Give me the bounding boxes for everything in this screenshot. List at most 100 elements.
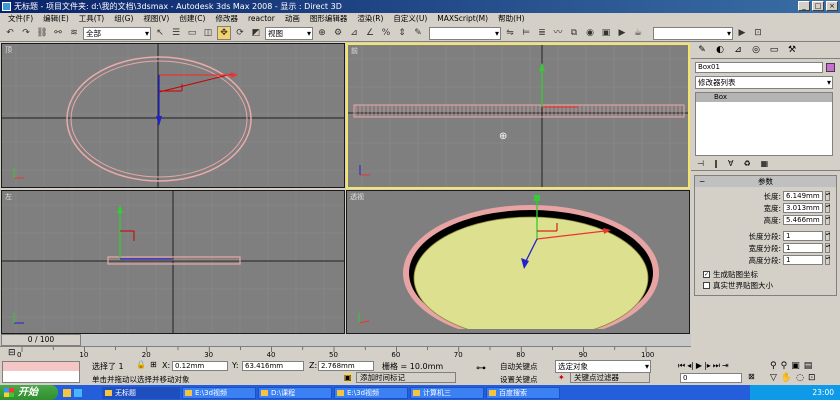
menu-group[interactable]: 组(G) xyxy=(109,13,138,25)
viewport-perspective[interactable]: 透视 xyxy=(346,190,690,334)
display-tab-icon[interactable]: ▭ xyxy=(767,45,781,55)
lock-selection-icon[interactable]: 🔒 xyxy=(136,360,146,369)
viewport-front[interactable]: 前 ⊕ xyxy=(346,43,690,189)
width-spinner[interactable]: ▴▾ xyxy=(825,203,830,213)
render-production-icon[interactable]: ▶ xyxy=(735,26,749,40)
object-color-swatch[interactable] xyxy=(826,63,835,72)
unlink-icon[interactable]: ⚯ xyxy=(51,26,65,40)
width-field[interactable]: 3.013mm xyxy=(783,203,823,213)
select-object-icon[interactable]: ↖ xyxy=(153,26,167,40)
quick-launch-icon[interactable] xyxy=(74,388,82,397)
undo-icon[interactable]: ↶ xyxy=(3,26,17,40)
zoom-all-icon[interactable]: ⚲ xyxy=(781,361,788,371)
zoom-icon[interactable]: ⚲ xyxy=(770,361,777,371)
zoom-extents-icon[interactable]: ▣ xyxy=(791,361,800,371)
pan-icon[interactable]: ✋ xyxy=(781,373,792,383)
width-segs-field[interactable]: 1 xyxy=(783,243,823,253)
modifier-list-dropdown[interactable]: 修改器列表 xyxy=(695,76,833,89)
zoom-extents-all-icon[interactable]: ▤ xyxy=(804,361,813,371)
arc-rotate-icon[interactable]: ◌ xyxy=(796,373,804,383)
show-end-result-icon[interactable]: ‖ xyxy=(714,159,718,168)
taskbar-item[interactable]: E:\3d视频 xyxy=(182,386,256,399)
render-preset-dropdown[interactable] xyxy=(653,26,733,40)
gen-map-coords-checkbox[interactable]: ✓ 生成贴图坐标 xyxy=(695,269,836,280)
redo-icon[interactable]: ↷ xyxy=(19,26,33,40)
width-segs-spinner[interactable]: ▴▾ xyxy=(825,243,830,253)
hierarchy-tab-icon[interactable]: ⊿ xyxy=(731,45,745,55)
material-editor-icon[interactable]: ◉ xyxy=(583,26,597,40)
real-world-map-checkbox[interactable]: 真实世界贴图大小 xyxy=(695,280,836,291)
time-slider[interactable]: 0 / 100 xyxy=(1,334,81,346)
modify-tab-icon[interactable]: ◐ xyxy=(713,45,727,55)
percent-snap-icon[interactable]: % xyxy=(379,26,393,40)
height-segs-field[interactable]: 1 xyxy=(783,255,823,265)
render-iterative-icon[interactable]: ⊡ xyxy=(751,26,765,40)
menu-modifiers[interactable]: 修改器 xyxy=(210,13,243,25)
length-field[interactable]: 6.149mm xyxy=(783,191,823,201)
menu-file[interactable]: 文件(F) xyxy=(3,13,38,25)
menu-graph-editors[interactable]: 图形编辑器 xyxy=(305,13,353,25)
length-segs-field[interactable]: 1 xyxy=(783,231,823,241)
taskbar-item[interactable]: D:\课程 xyxy=(258,386,332,399)
key-filters-button[interactable]: 关键点过滤器 xyxy=(570,372,650,383)
next-frame-icon[interactable]: |▸ xyxy=(704,361,711,371)
current-frame-field[interactable]: 0 xyxy=(680,373,742,383)
y-coordinate-field[interactable]: 63.416mm xyxy=(242,361,304,371)
menu-help[interactable]: 帮助(H) xyxy=(493,13,530,25)
window-crossing-icon[interactable]: ◫ xyxy=(201,26,215,40)
go-to-start-icon[interactable]: ⏮ xyxy=(678,361,685,371)
taskbar-item[interactable]: 计算机三 xyxy=(410,386,484,399)
select-and-scale-icon[interactable]: ◩ xyxy=(249,26,263,40)
make-unique-icon[interactable]: ∀ xyxy=(728,159,733,168)
remove-modifier-icon[interactable]: ♻ xyxy=(743,159,750,168)
select-by-name-icon[interactable]: ☰ xyxy=(169,26,183,40)
x-coordinate-field[interactable]: 0.12mm xyxy=(172,361,228,371)
time-tag-icon[interactable]: ▣ xyxy=(344,373,352,382)
utilities-tab-icon[interactable]: ⚒ xyxy=(785,45,799,55)
select-manipulate-icon[interactable]: ⚙ xyxy=(331,26,345,40)
render-frame-icon[interactable]: ▶ xyxy=(615,26,629,40)
rect-selection-icon[interactable]: ▭ xyxy=(185,26,199,40)
maximize-viewport-icon[interactable]: ⊡ xyxy=(808,373,816,383)
minimize-button[interactable]: _ xyxy=(798,1,810,11)
time-slider-track[interactable]: 0 / 100 xyxy=(0,334,691,346)
named-selection-dropdown[interactable] xyxy=(429,26,501,40)
select-and-move-icon[interactable]: ✥ xyxy=(217,26,231,40)
menu-animation[interactable]: 动画 xyxy=(280,13,305,25)
close-button[interactable]: × xyxy=(826,1,838,11)
taskbar-item[interactable]: 百度搜索 xyxy=(486,386,560,399)
absolute-mode-icon[interactable]: ⊞ xyxy=(150,360,157,369)
menu-tools[interactable]: 工具(T) xyxy=(74,13,109,25)
spinner-snap-icon[interactable]: ⇕ xyxy=(395,26,409,40)
key-icon[interactable]: ⊶ xyxy=(476,363,486,374)
quick-launch-icon[interactable] xyxy=(63,388,71,397)
align-icon[interactable]: ⊨ xyxy=(519,26,533,40)
link-icon[interactable]: ⛓ xyxy=(35,26,49,40)
maximize-button[interactable]: □ xyxy=(812,1,824,11)
menu-rendering[interactable]: 渲染(R) xyxy=(352,13,388,25)
motion-tab-icon[interactable]: ◎ xyxy=(749,45,763,55)
menu-customize[interactable]: 自定义(U) xyxy=(388,13,432,25)
menu-reactor[interactable]: reactor xyxy=(243,13,280,25)
render-setup-icon[interactable]: ▣ xyxy=(599,26,613,40)
z-coordinate-field[interactable]: 2.768mm xyxy=(318,361,374,371)
modifier-stack-item[interactable]: Box xyxy=(696,93,832,102)
mirror-icon[interactable]: ⇋ xyxy=(503,26,517,40)
viewport-top[interactable]: 顶 xyxy=(1,43,345,188)
configure-modifier-icon[interactable]: ▦ xyxy=(761,159,769,168)
menu-create[interactable]: 创建(C) xyxy=(174,13,210,25)
pin-stack-icon[interactable]: ⊣ xyxy=(697,159,704,168)
height-spinner[interactable]: ▴▾ xyxy=(825,215,830,225)
taskbar-item[interactable]: 无标题 xyxy=(102,386,180,399)
angle-snap-icon[interactable]: ∠ xyxy=(363,26,377,40)
height-field[interactable]: 5.466mm xyxy=(783,215,823,225)
length-segs-spinner[interactable]: ▴▾ xyxy=(825,231,830,241)
go-to-end-icon[interactable]: ⏭ xyxy=(713,361,720,371)
start-button[interactable]: 开始 xyxy=(0,385,58,400)
viewport-left[interactable]: 左 xyxy=(1,190,345,334)
named-selection-icon[interactable]: ✎ xyxy=(411,26,425,40)
maxscript-listener[interactable] xyxy=(2,361,80,383)
length-spinner[interactable]: ▴▾ xyxy=(825,191,830,201)
bind-space-warp-icon[interactable]: ≋ xyxy=(67,26,81,40)
reference-coordinate-dropdown[interactable]: 视图 xyxy=(265,26,313,40)
